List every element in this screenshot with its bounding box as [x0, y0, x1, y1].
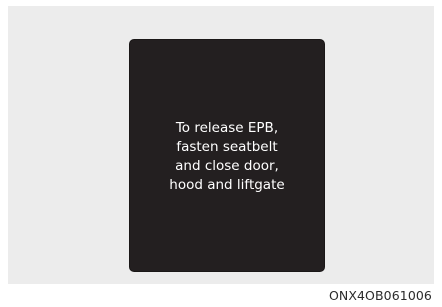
message-line-3: and close door, — [175, 157, 279, 174]
cluster-display-screen: To release EPB, fasten seatbelt and clos… — [129, 39, 325, 272]
figure-code-label: ONX4OB061006 — [328, 288, 432, 303]
message-line-1: To release EPB, — [175, 119, 279, 136]
message-line-4: hood and liftgate — [169, 176, 285, 193]
message-line-2: fasten seatbelt — [176, 138, 278, 155]
epb-warning-message: To release EPB, fasten seatbelt and clos… — [169, 119, 284, 195]
